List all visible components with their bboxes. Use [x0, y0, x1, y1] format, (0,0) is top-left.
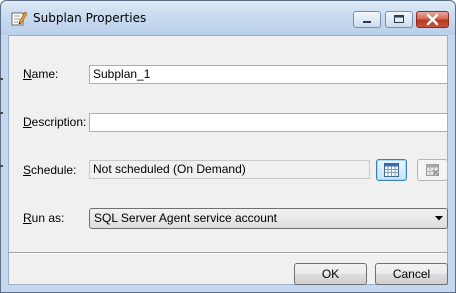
title-bar[interactable]: Subplan Properties: [1, 1, 455, 35]
name-label: Name:: [23, 67, 59, 81]
edit-schedule-button[interactable]: [376, 159, 407, 181]
edge-mark: [0, 78, 3, 80]
description-label: Description:: [23, 115, 87, 129]
dropdown-arrow-icon: [435, 216, 443, 221]
schedule-value-field: Not scheduled (On Demand): [89, 160, 370, 179]
maximize-button[interactable]: [385, 11, 413, 28]
runas-selected-value: SQL Server Agent service account: [94, 211, 277, 225]
calendar-remove-icon: [426, 164, 439, 176]
remove-schedule-button[interactable]: [417, 159, 448, 181]
cancel-button[interactable]: Cancel: [375, 263, 448, 285]
description-input[interactable]: [89, 113, 448, 132]
edge-mark: [0, 165, 3, 167]
window-title: Subplan Properties: [33, 11, 147, 25]
calendar-icon: [384, 163, 399, 177]
footer-separator: [9, 252, 447, 254]
close-icon: [426, 13, 439, 26]
runas-label: Run as:: [23, 211, 65, 225]
properties-pencil-icon: [11, 11, 27, 26]
close-button[interactable]: [416, 11, 449, 28]
minimize-icon: [363, 21, 371, 23]
minimize-button[interactable]: [353, 11, 381, 28]
ok-button[interactable]: OK: [294, 263, 367, 285]
dialog-client-area: Name: Subplan_1 Description: Schedule: N…: [8, 35, 448, 285]
name-input[interactable]: Subplan_1: [89, 65, 448, 84]
runas-dropdown[interactable]: SQL Server Agent service account: [89, 208, 448, 229]
schedule-label: Schedule:: [23, 163, 77, 177]
subplan-properties-window: Subplan Properties Name: Subplan_1 Descr…: [0, 0, 456, 293]
edge-mark: [0, 112, 3, 114]
maximize-icon: [394, 15, 404, 23]
